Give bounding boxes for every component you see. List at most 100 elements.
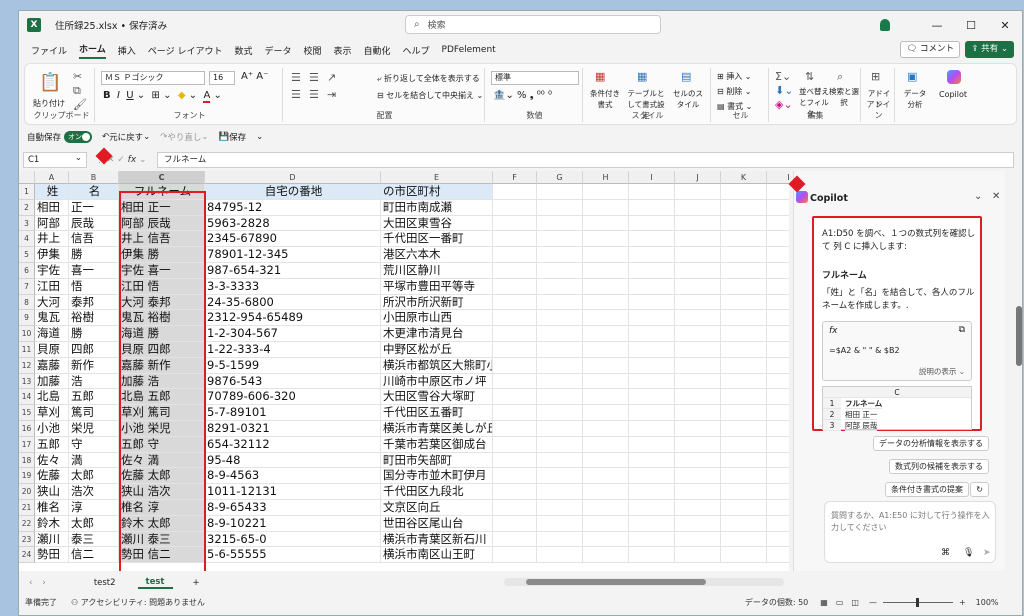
table-cell[interactable] [675, 405, 721, 421]
table-cell[interactable] [721, 199, 767, 216]
table-cell[interactable] [675, 468, 721, 485]
column-header[interactable]: B [69, 171, 119, 184]
table-cell[interactable] [767, 374, 789, 390]
table-cell[interactable]: 横浜市青葉区新石川 [381, 531, 493, 548]
table-cell[interactable] [537, 436, 583, 453]
table-cell[interactable] [537, 357, 583, 374]
table-cell[interactable] [675, 389, 721, 406]
table-cell[interactable] [675, 310, 721, 327]
table-cell[interactable]: 1-22-333-4 [205, 342, 381, 358]
table-cell[interactable] [629, 294, 675, 311]
table-cell[interactable] [767, 279, 789, 295]
redo-button[interactable]: ↷ やり直し ⌄ [160, 131, 208, 143]
table-cell[interactable] [629, 421, 675, 437]
tab-pdfelement[interactable]: PDFelement [442, 45, 496, 55]
table-cell[interactable] [583, 531, 629, 548]
table-cell[interactable] [537, 373, 583, 390]
conditional-format-icon[interactable]: ▦ [595, 70, 605, 83]
worksheet[interactable]: ABCDEFGHIJKLM1姓名フルネーム自宅の番地の市区町村2相田正一相田 正… [19, 171, 789, 571]
table-cell[interactable]: 勝 [69, 326, 119, 342]
table-cell[interactable] [493, 421, 537, 437]
table-cell[interactable] [675, 278, 721, 295]
copilot-icon[interactable] [947, 70, 961, 84]
table-cell[interactable] [629, 263, 675, 279]
tab-home[interactable]: ホーム [79, 42, 106, 59]
autosave-toggle[interactable]: オン [64, 131, 93, 143]
table-cell[interactable]: 五郎 [69, 389, 119, 406]
table-cell[interactable] [629, 547, 675, 564]
insert-cells-button[interactable]: ⊞ 挿入 ⌄ [717, 71, 752, 82]
table-cell[interactable] [583, 452, 629, 469]
table-cell[interactable] [767, 295, 789, 311]
table-cell[interactable]: 加藤 [35, 373, 69, 390]
table-cell[interactable]: 信吾 [69, 231, 119, 248]
table-cell[interactable] [583, 263, 629, 279]
table-cell[interactable] [583, 294, 629, 311]
table-cell[interactable]: 栄児 [69, 421, 119, 437]
table-cell[interactable] [537, 199, 583, 216]
customize-qat-icon[interactable]: ⌄ [256, 132, 263, 142]
maximize-icon[interactable]: ☐ [954, 19, 988, 32]
table-cell[interactable] [721, 436, 767, 453]
table-cell[interactable]: 太郎 [69, 515, 119, 532]
row-header[interactable]: 4 [19, 231, 35, 248]
table-cell[interactable]: 1-2-304-567 [205, 326, 381, 342]
row-header[interactable]: 15 [19, 405, 35, 421]
table-cell[interactable] [675, 357, 721, 374]
table-cell[interactable] [675, 294, 721, 311]
table-cell[interactable] [583, 500, 629, 516]
table-cell[interactable] [767, 310, 789, 327]
table-cell[interactable] [675, 547, 721, 564]
table-cell[interactable]: 佐々 [35, 452, 69, 469]
table-cell[interactable] [767, 326, 789, 342]
copy-icon[interactable]: ⧉ [73, 84, 81, 98]
table-cell[interactable] [721, 389, 767, 406]
autosave[interactable]: 自動保存 オン [27, 131, 93, 143]
zoom-slider[interactable] [882, 597, 953, 607]
table-cell[interactable] [767, 468, 789, 485]
table-cell[interactable] [767, 231, 789, 248]
table-cell[interactable] [537, 484, 583, 500]
table-cell[interactable] [537, 263, 583, 279]
table-cell[interactable] [767, 516, 789, 532]
copilot-ribbon-label[interactable]: Copilot [939, 90, 967, 99]
table-cell[interactable] [537, 500, 583, 516]
row-header[interactable]: 6 [19, 263, 35, 279]
table-cell[interactable] [537, 389, 583, 406]
merge-center-button[interactable]: ⊟ セルを結合して中央揃え ⌄ [377, 90, 483, 101]
close-pane-icon[interactable]: ✕ [992, 191, 1000, 202]
table-cell[interactable] [629, 342, 675, 358]
table-cell[interactable]: 2312-954-65489 [205, 310, 381, 327]
column-header[interactable]: D [205, 171, 381, 184]
table-cell[interactable] [493, 515, 537, 532]
close-icon[interactable]: ✕ [988, 19, 1022, 32]
column-header[interactable]: I [629, 171, 675, 184]
table-cell[interactable]: 5-7-89101 [205, 405, 381, 421]
header-cell[interactable] [767, 184, 789, 200]
table-cell[interactable]: 国分寺市並木町伊月 [381, 468, 493, 485]
table-cell[interactable] [721, 484, 767, 500]
table-cell[interactable] [583, 199, 629, 216]
horizontal-scrollbar[interactable] [504, 578, 784, 586]
table-cell[interactable] [583, 373, 629, 390]
table-cell[interactable] [537, 215, 583, 232]
add-sheet-icon[interactable]: + [193, 578, 200, 588]
table-cell[interactable]: 鬼瓦 [35, 310, 69, 327]
table-cell[interactable] [721, 278, 767, 295]
scroll-thumb[interactable] [526, 579, 706, 585]
table-cell[interactable] [629, 484, 675, 500]
row-header[interactable]: 12 [19, 357, 35, 374]
table-cell[interactable]: 五郎 [35, 436, 69, 453]
table-cell[interactable]: 横浜市南区山王町 [381, 547, 493, 564]
send-icon[interactable]: ➤ [983, 548, 991, 558]
table-cell[interactable] [675, 515, 721, 532]
table-cell[interactable]: 井上 [35, 231, 69, 248]
suggestion-insights-button[interactable]: データの分析情報を表示する [873, 436, 989, 451]
table-cell[interactable] [767, 358, 789, 374]
minimize-icon[interactable]: — [920, 19, 954, 32]
row-header[interactable]: 2 [19, 199, 35, 216]
table-cell[interactable]: 1011-12131 [205, 484, 381, 500]
table-cell[interactable] [537, 294, 583, 311]
table-cell[interactable] [493, 468, 537, 485]
header-cell[interactable] [675, 184, 721, 200]
